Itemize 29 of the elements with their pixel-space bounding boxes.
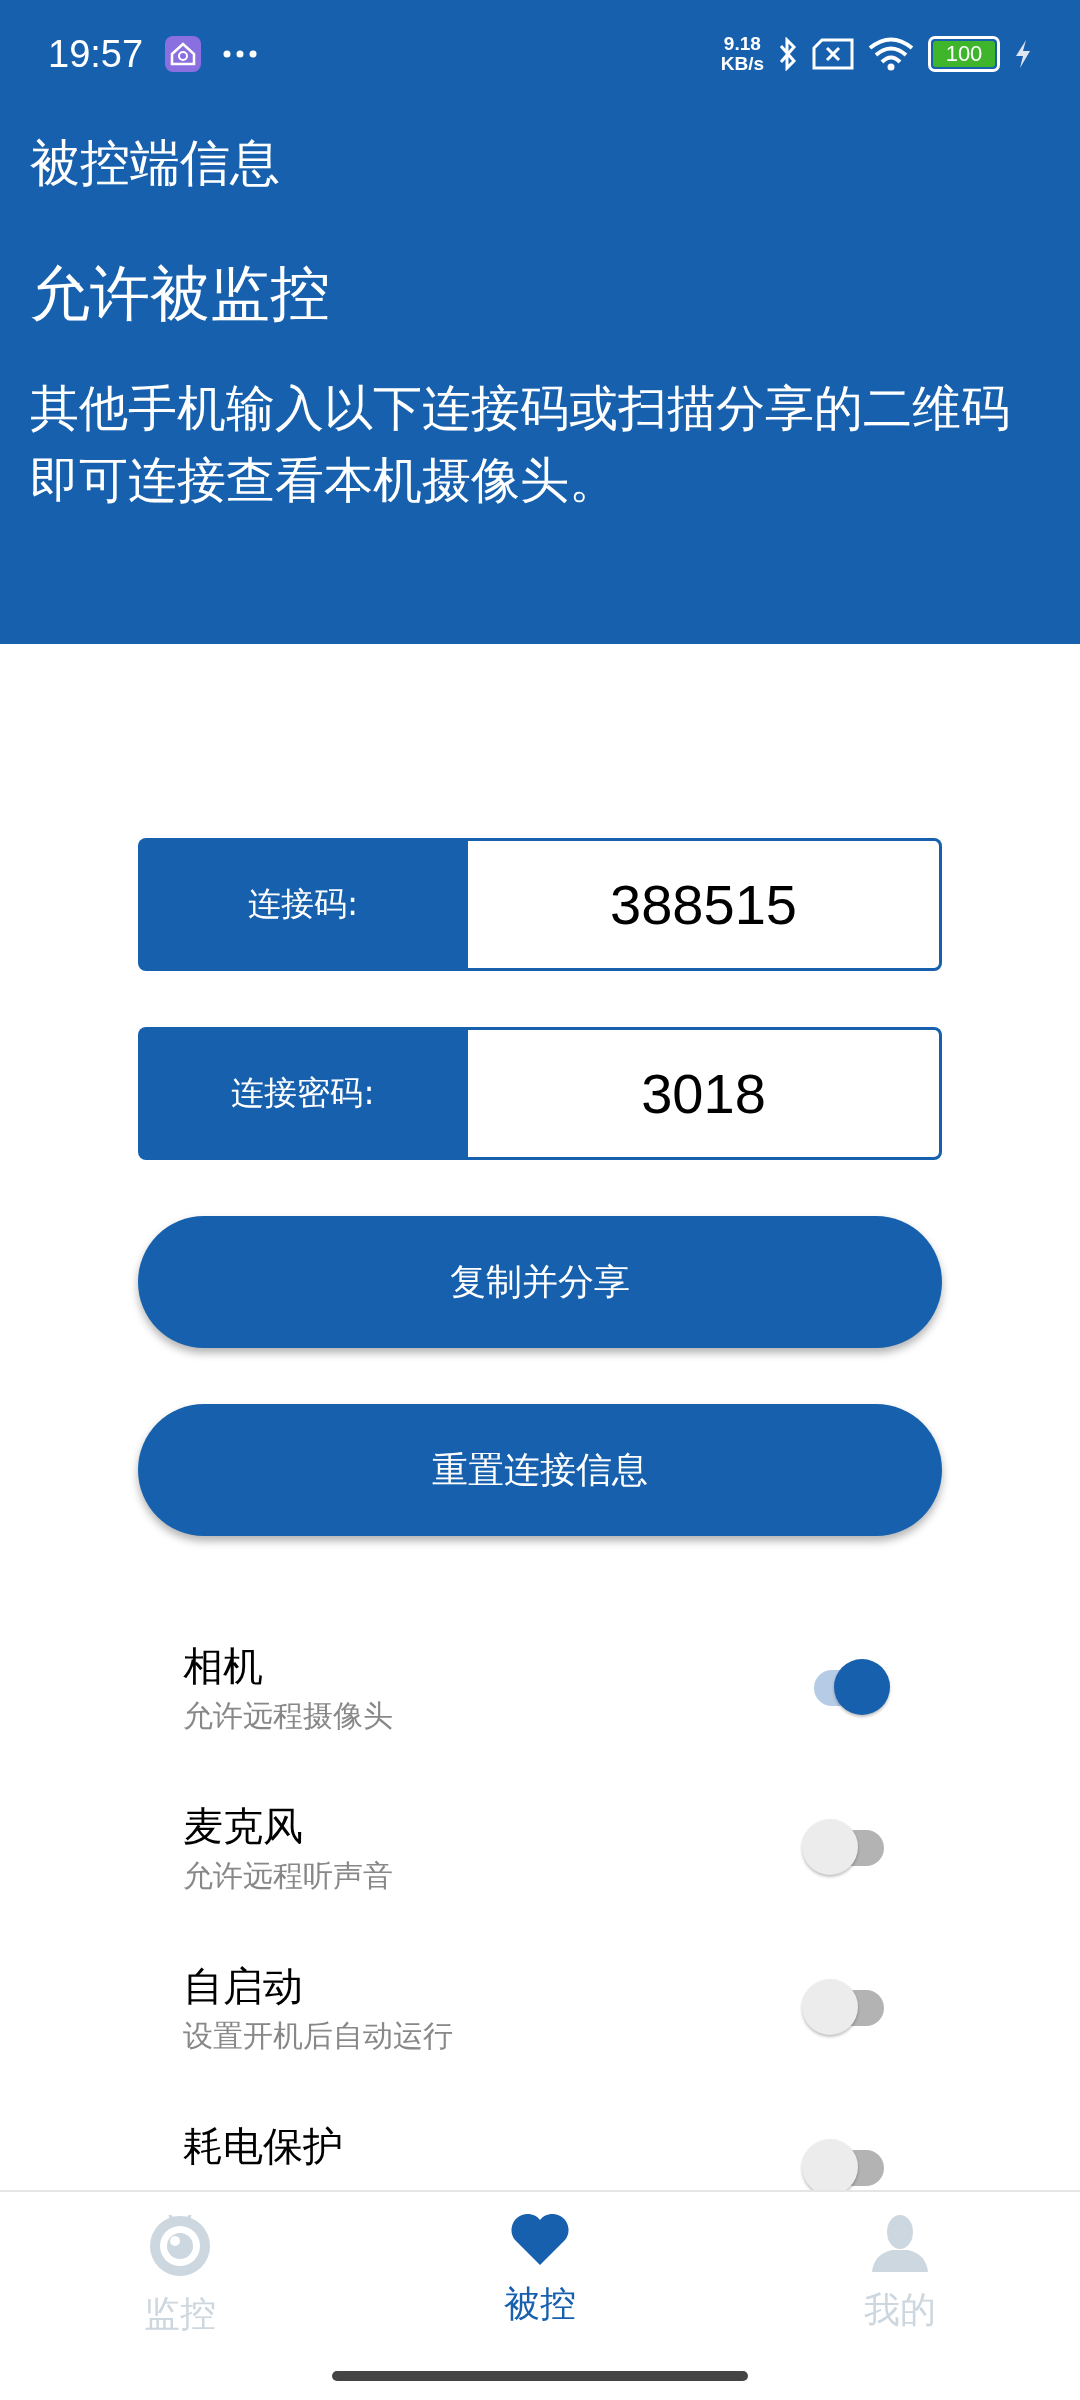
app-icon — [165, 36, 202, 72]
description-text: 其他手机输入以下连接码或扫描分享的二维码即可连接查看本机摄像头。 — [30, 379, 1011, 511]
setting-title: 相机 — [183, 1642, 264, 1691]
field-label: 连接密码: — [138, 1027, 468, 1160]
charging-icon — [1014, 39, 1032, 69]
wifi-icon — [868, 37, 914, 71]
nav-tab[interactable]: 被控 — [360, 2192, 720, 2366]
code-field: 388515 — [468, 838, 942, 971]
more-icon — [223, 50, 258, 58]
status-time: 19:57 — [48, 32, 144, 76]
eye-icon[interactable] — [148, 2212, 212, 2276]
setting-subtitle: 设置开机后自动运行 — [183, 2017, 453, 2055]
setting-subtitle: 允许远程摄像头 — [183, 1697, 393, 1735]
setting-title: 麦克风 — [183, 1802, 304, 1851]
network-speed: 9.18 KB/s — [720, 34, 764, 74]
reset-button[interactable]: 重置连接信息 — [138, 1404, 942, 1536]
setting-title: 自启动 — [183, 1962, 304, 2011]
bluetooth-icon — [778, 37, 798, 71]
code-field: 3018 — [468, 1027, 942, 1160]
sim-card-icon — [812, 38, 854, 70]
copy-share-button[interactable]: 复制并分享 — [138, 1216, 942, 1348]
setting-subtitle: 允许远程听声音 — [183, 1857, 393, 1895]
setting-title: 耗电保护 — [183, 2122, 343, 2171]
person-icon[interactable] — [870, 2212, 930, 2272]
heart-icon[interactable] — [510, 2212, 570, 2266]
section-heading: 允许被监控 — [30, 257, 331, 330]
page-title: 被控端信息 — [30, 133, 281, 194]
battery-indicator: 100 — [928, 36, 1000, 72]
field-label: 连接码: — [138, 838, 468, 971]
